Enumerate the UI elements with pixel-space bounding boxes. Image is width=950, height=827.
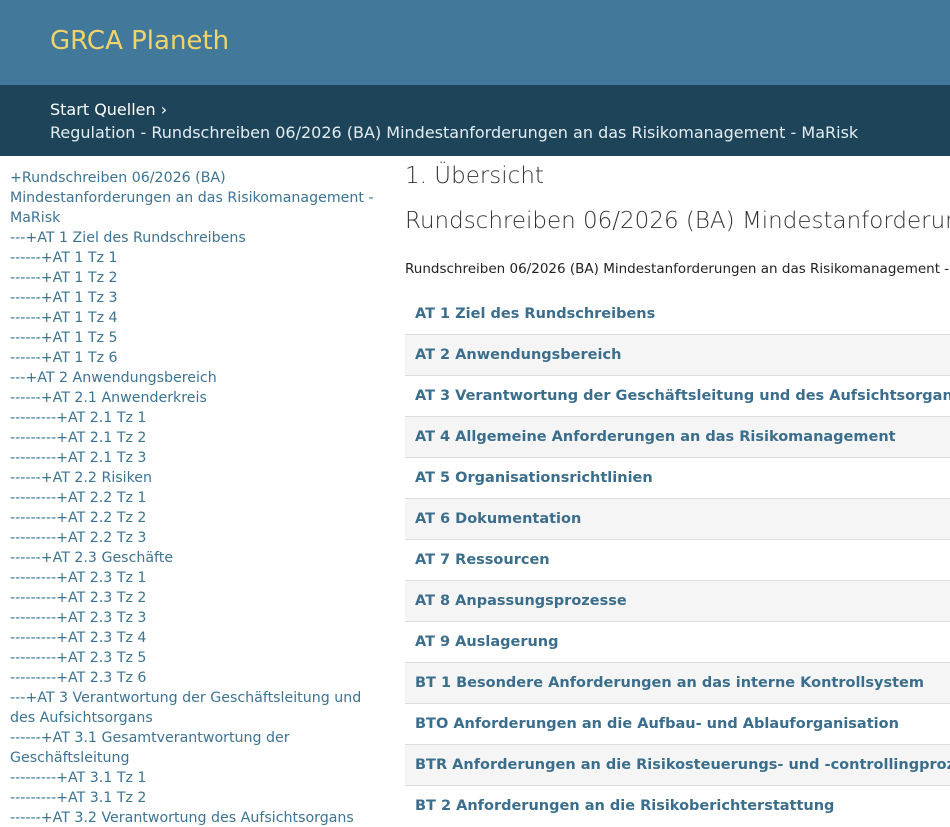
main-content: 1. Übersicht Rundschreiben 06/2026 (BA) … (405, 160, 950, 827)
sidebar-tree-item[interactable]: ------+AT 1 Tz 5 (10, 328, 382, 348)
section-link-row[interactable]: AT 2 Anwendungsbereich (405, 334, 950, 375)
sidebar-tree-item[interactable]: ------+AT 1 Tz 6 (10, 348, 382, 368)
section-link-row[interactable]: BTO Anforderungen an die Aufbau- und Abl… (405, 703, 950, 744)
sidebar-tree-item[interactable]: ---------+AT 2.2 Tz 1 (10, 488, 382, 508)
section-link-row[interactable]: AT 3 Verantwortung der Geschäftsleitung … (405, 375, 950, 416)
sidebar-tree-item[interactable]: ------+AT 2.3 Geschäfte (10, 548, 382, 568)
sidebar-tree-item[interactable]: ---------+AT 2.1 Tz 3 (10, 448, 382, 468)
overview-heading: 1. Übersicht (405, 163, 544, 189)
sidebar-tree-item[interactable]: +Rundschreiben 06/2026 (BA) Mindestanfor… (10, 168, 382, 228)
section-link-row[interactable]: AT 4 Allgemeine Anforderungen an das Ris… (405, 416, 950, 457)
app-logo-title[interactable]: GRCA Planeth (50, 26, 229, 56)
section-link-row[interactable]: AT 7 Ressourcen (405, 539, 950, 580)
sidebar-tree-item[interactable]: ------+AT 1 Tz 1 (10, 248, 382, 268)
section-link-row[interactable]: AT 8 Anpassungsprozesse (405, 580, 950, 621)
breadcrumb-bar (0, 85, 950, 156)
sidebar-tree-item[interactable]: ---------+AT 2.1 Tz 1 (10, 408, 382, 428)
section-link-row[interactable]: AT 6 Dokumentation (405, 498, 950, 539)
sidebar-tree-item[interactable]: ------+AT 3.1 Gesamtverantwortung der Ge… (10, 728, 382, 768)
section-link-row[interactable]: AT 5 Organisationsrichtlinien (405, 457, 950, 498)
sidebar-tree-item[interactable]: ------+AT 1 Tz 2 (10, 268, 382, 288)
breadcrumb-separator: › (160, 100, 168, 119)
sidebar-tree-item[interactable]: ---+AT 2 Anwendungsbereich (10, 368, 382, 388)
sidebar-tree-item[interactable]: ---------+AT 2.3 Tz 1 (10, 568, 382, 588)
sidebar-tree-item[interactable]: ---------+AT 2.1 Tz 2 (10, 428, 382, 448)
sidebar-tree-item[interactable]: ------+AT 1 Tz 3 (10, 288, 382, 308)
sidebar-tree: +Rundschreiben 06/2026 (BA) Mindestanfor… (10, 168, 382, 827)
breadcrumb: Start Quellen › (50, 100, 167, 119)
sidebar-tree-item[interactable]: ---------+AT 2.3 Tz 6 (10, 668, 382, 688)
sidebar-tree-item[interactable]: ------+AT 2.1 Anwenderkreis (10, 388, 382, 408)
sidebar-tree-item[interactable]: ------+AT 2.2 Risiken (10, 468, 382, 488)
section-link-row[interactable]: BTR Anforderungen an die Risikosteuerung… (405, 744, 950, 785)
sidebar-tree-item[interactable]: ---------+AT 2.2 Tz 3 (10, 528, 382, 548)
sidebar-tree-item[interactable]: ---------+AT 2.3 Tz 4 (10, 628, 382, 648)
section-link-row[interactable]: AT 1 Ziel des Rundschreibens (405, 293, 950, 334)
sidebar-tree-item[interactable]: ------+AT 1 Tz 4 (10, 308, 382, 328)
section-link-row[interactable]: BT 1 Besondere Anforderungen an das inte… (405, 662, 950, 703)
sidebar-tree-item[interactable]: ---+AT 3 Verantwortung der Geschäftsleit… (10, 688, 382, 728)
sidebar-tree-item[interactable]: ---------+AT 3.1 Tz 1 (10, 768, 382, 788)
document-heading: Rundschreiben 06/2026 (BA) Mindestanford… (405, 208, 950, 234)
sidebar-tree-item[interactable]: ---------+AT 2.3 Tz 3 (10, 608, 382, 628)
section-list: AT 1 Ziel des Rundschreibens AT 2 Anwendu… (405, 293, 950, 826)
sidebar-tree-item[interactable]: ---------+AT 2.3 Tz 2 (10, 588, 382, 608)
breadcrumb-sources-link[interactable]: Quellen (94, 100, 155, 119)
sidebar-tree-item[interactable]: ---------+AT 3.1 Tz 2 (10, 788, 382, 808)
sidebar-tree-item[interactable]: ---------+AT 2.3 Tz 5 (10, 648, 382, 668)
section-link-row[interactable]: BT 2 Anforderungen an die Risikoberichte… (405, 785, 950, 826)
sidebar-tree-item[interactable]: ------+AT 3.2 Verantwortung des Aufsicht… (10, 808, 382, 827)
document-description: Rundschreiben 06/2026 (BA) Mindestanford… (405, 261, 950, 277)
sidebar-tree-item[interactable]: ---+AT 1 Ziel des Rundschreibens (10, 228, 382, 248)
section-link-row[interactable]: AT 9 Auslagerung (405, 621, 950, 662)
sidebar-tree-item[interactable]: ---------+AT 2.2 Tz 2 (10, 508, 382, 528)
breadcrumb-start-link[interactable]: Start (50, 100, 89, 119)
breadcrumb-current: Regulation - Rundschreiben 06/2026 (BA) … (50, 123, 859, 142)
